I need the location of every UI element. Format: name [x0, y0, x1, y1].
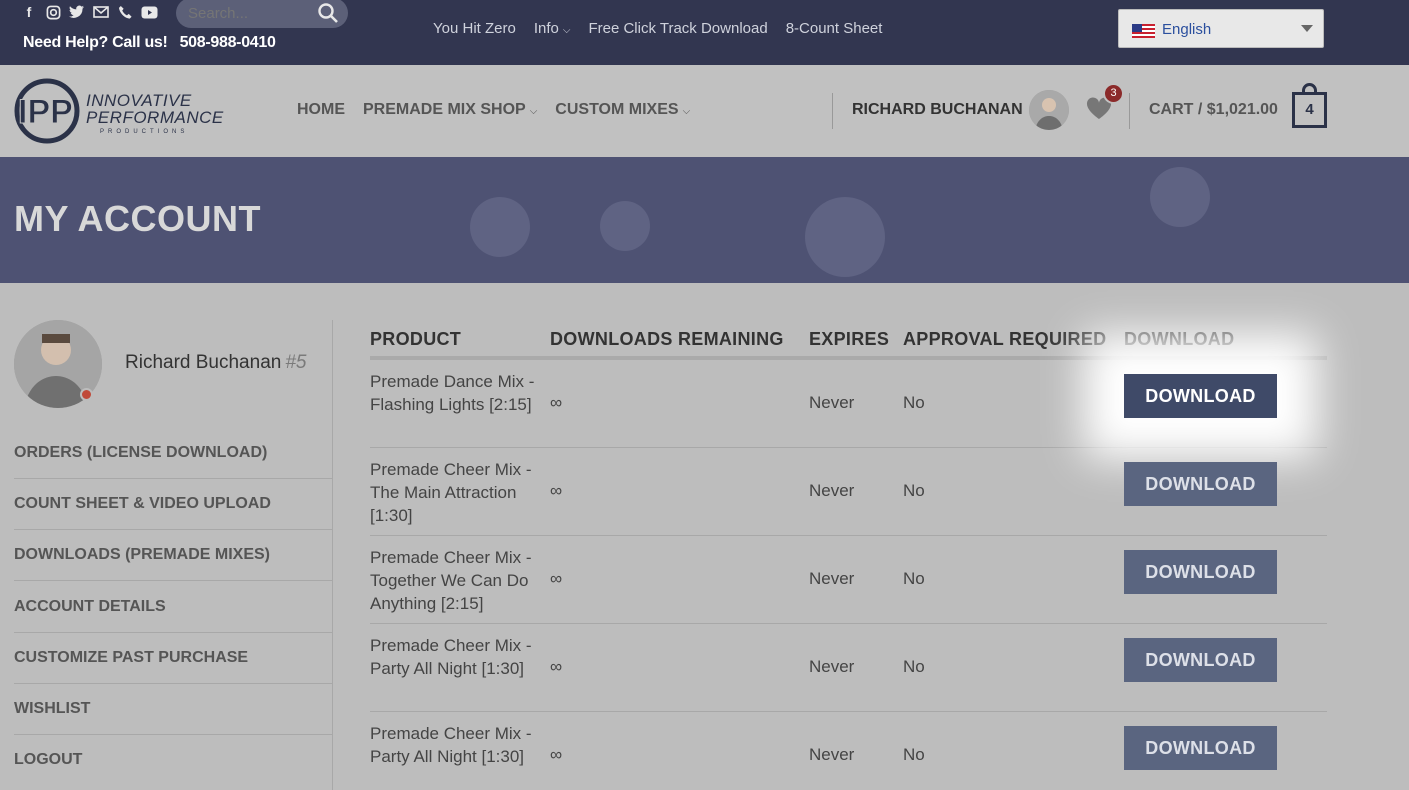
download-button[interactable]: DOWNLOAD	[1124, 726, 1277, 770]
avatar-badge	[80, 388, 93, 401]
sidebar-item-logout[interactable]: LOGOUT	[14, 735, 332, 786]
account-user-name[interactable]: RICHARD BUCHANAN	[852, 101, 1023, 119]
table-row: Premade Cheer Mix - The Main Attraction …	[370, 448, 1327, 536]
nav-home[interactable]: HOME	[297, 101, 345, 119]
avatar[interactable]	[1029, 90, 1069, 130]
column-header-download: DOWNLOAD	[1124, 329, 1235, 349]
downloads-remaining: ∞	[550, 481, 563, 500]
search-icon[interactable]	[317, 2, 339, 24]
svg-text:IPP: IPP	[18, 93, 73, 131]
logo-line3: PRODUCTIONS	[100, 129, 189, 135]
youtube-icon[interactable]	[140, 3, 158, 21]
table-row: Premade Cheer Mix - Party All Night [1:3…	[370, 624, 1327, 712]
nav-info-label: Info	[533, 20, 559, 37]
table-row: Premade Cheer Mix - Together We Can Do A…	[370, 536, 1327, 624]
profile-name: Richard Buchanan #5	[125, 352, 306, 374]
banner-knob	[805, 197, 885, 277]
table-row: Premade Dance Mix - Flashing Lights [2:1…	[370, 360, 1327, 448]
approval-required: No	[903, 481, 925, 500]
help-label: Need Help? Call us!	[23, 34, 168, 51]
help-text: Need Help? Call us! 508-988-0410	[23, 34, 276, 52]
main-nav: HOME PREMADE MIX SHOP ⌵ CUSTOM MIXES ⌵	[297, 101, 690, 119]
downloads-remaining: ∞	[550, 657, 563, 676]
column-header-product: PRODUCT	[370, 329, 462, 349]
nav-you-hit-zero[interactable]: You Hit Zero	[433, 20, 516, 37]
social-icons: f	[20, 3, 158, 21]
sidebar-item-customize[interactable]: CUSTOMIZE PAST PURCHASE	[14, 633, 332, 684]
product-name[interactable]: Premade Cheer Mix - Together We Can Do A…	[370, 546, 540, 615]
download-button[interactable]: DOWNLOAD	[1124, 550, 1277, 594]
language-select[interactable]: English	[1118, 9, 1324, 48]
product-name[interactable]: Premade Cheer Mix - The Main Attraction …	[370, 458, 540, 527]
facebook-icon[interactable]: f	[20, 3, 38, 21]
cart-count-icon[interactable]: 4	[1292, 92, 1327, 128]
site-header: IPP INNOVATIVE PERFORMANCE PRODUCTIONS H…	[0, 65, 1409, 157]
wishlist-count-badge: 3	[1103, 83, 1124, 104]
column-header-expires: EXPIRES	[809, 329, 890, 349]
product-name[interactable]: Premade Cheer Mix - Party All Night [1:3…	[370, 634, 540, 680]
expires: Never	[809, 569, 855, 588]
downloads-remaining: ∞	[550, 393, 563, 412]
logo-line2: PERFORMANCE	[86, 108, 224, 127]
instagram-icon[interactable]	[44, 3, 62, 21]
top-bar: f Need Help? Call us! 508-988-0410 You Hi…	[0, 0, 1409, 65]
sidebar-item-account-details[interactable]: ACCOUNT DETAILS	[14, 582, 332, 633]
nav-premade-label: PREMADE MIX SHOP	[363, 101, 526, 118]
sidebar-divider	[332, 320, 333, 790]
chevron-down-icon: ⌵	[562, 25, 571, 36]
chevron-down-icon: ⌵	[682, 106, 691, 117]
nav-info[interactable]: Info ⌵	[534, 20, 571, 37]
language-label: English	[1162, 21, 1212, 38]
logo[interactable]: IPP INNOVATIVE PERFORMANCE PRODUCTIONS	[14, 77, 264, 145]
download-button[interactable]: DOWNLOAD	[1124, 374, 1277, 418]
product-name[interactable]: Premade Dance Mix - Flashing Lights [2:1…	[370, 370, 540, 416]
product-name[interactable]: Premade Cheer Mix - Party All Night [1:3…	[370, 722, 540, 768]
expires: Never	[809, 657, 855, 676]
phone-icon[interactable]	[116, 3, 134, 21]
column-header-downloads-remaining: DOWNLOADS REMAINING	[550, 329, 784, 349]
nav-8-count-sheet[interactable]: 8-Count Sheet	[786, 20, 883, 37]
sidebar-item-wishlist[interactable]: WISHLIST	[14, 684, 332, 735]
nav-premade-mix-shop[interactable]: PREMADE MIX SHOP ⌵	[363, 101, 537, 119]
caret-down-icon	[1301, 25, 1313, 32]
banner-knob	[1150, 167, 1210, 227]
download-button[interactable]: DOWNLOAD	[1124, 638, 1277, 682]
chevron-down-icon: ⌵	[529, 106, 538, 117]
sidebar-item-orders[interactable]: ORDERS (LICENSE DOWNLOAD)	[14, 428, 332, 479]
banner-knob	[470, 197, 530, 257]
nav-free-click-track[interactable]: Free Click Track Download	[588, 20, 767, 37]
header-divider	[1129, 93, 1130, 129]
profile-name-text: Richard Buchanan	[125, 352, 282, 373]
page-banner: MY ACCOUNT	[0, 157, 1409, 283]
download-button[interactable]: DOWNLOAD	[1124, 462, 1277, 506]
approval-required: No	[903, 393, 925, 412]
sidebar-item-downloads[interactable]: DOWNLOADS (PREMADE MIXES)	[14, 530, 332, 581]
us-flag-icon	[1132, 24, 1155, 38]
approval-required: No	[903, 657, 925, 676]
user-number: #5	[285, 352, 307, 373]
twitter-icon[interactable]	[68, 3, 86, 21]
nav-custom-mixes[interactable]: CUSTOM MIXES ⌵	[555, 101, 690, 119]
expires: Never	[809, 481, 855, 500]
table-row: Premade Cheer Mix - Party All Night [1:3…	[370, 712, 1327, 790]
approval-required: No	[903, 745, 925, 764]
downloads-remaining: ∞	[550, 569, 563, 588]
downloads-remaining: ∞	[550, 745, 563, 764]
nav-custom-label: CUSTOM MIXES	[555, 101, 679, 118]
approval-required: No	[903, 569, 925, 588]
top-nav: You Hit Zero Info ⌵ Free Click Track Down…	[433, 20, 882, 37]
expires: Never	[809, 745, 855, 764]
phone-number[interactable]: 508-988-0410	[180, 34, 276, 51]
banner-knob	[600, 201, 650, 251]
header-divider	[832, 93, 833, 129]
sidebar-item-count-sheet[interactable]: COUNT SHEET & VIDEO UPLOAD	[14, 479, 332, 530]
column-header-approval: APPROVAL REQUIRED	[903, 329, 1107, 349]
email-icon[interactable]	[92, 3, 110, 21]
expires: Never	[809, 393, 855, 412]
cart-link[interactable]: CART / $1,021.00	[1149, 101, 1278, 119]
page-title: MY ACCOUNT	[14, 198, 261, 239]
